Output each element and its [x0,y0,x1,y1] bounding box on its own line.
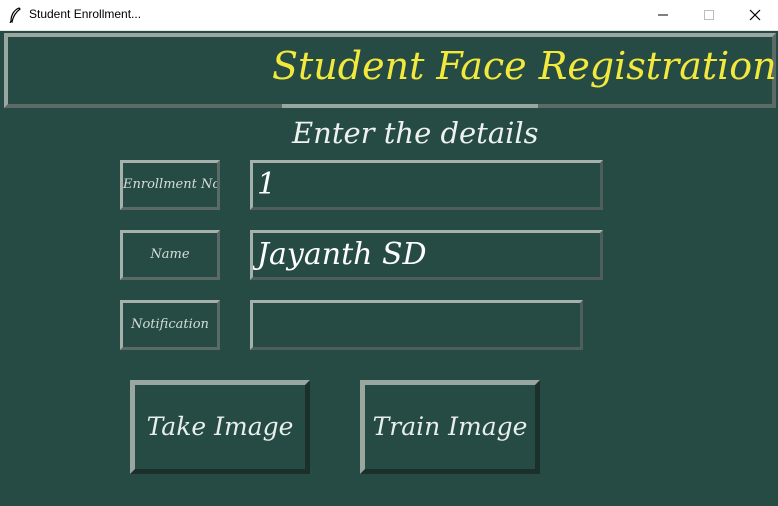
form-subtitle: Enter the details [292,116,539,150]
header-divider [282,104,538,108]
minimize-icon [658,14,668,16]
take-image-button[interactable]: Take Image [130,380,310,474]
close-icon [749,9,761,21]
window-titlebar: Student Enrollment... [0,0,778,31]
name-label: Name [120,230,220,280]
minimize-button[interactable] [640,0,686,30]
maximize-button[interactable] [686,0,732,30]
window-title: Student Enrollment... [29,7,142,21]
page-title: Student Face Registration [272,44,777,88]
feather-icon [8,7,22,24]
name-input[interactable]: Jayanth SD [250,230,603,280]
notification-label: Notification [120,300,220,350]
close-button[interactable] [732,0,778,30]
enrollment-label: Enrollment No [120,160,220,210]
train-image-button[interactable]: Train Image [360,380,540,474]
notification-field [250,300,583,350]
maximize-icon [704,10,714,20]
enrollment-input[interactable]: 1 [250,160,603,210]
